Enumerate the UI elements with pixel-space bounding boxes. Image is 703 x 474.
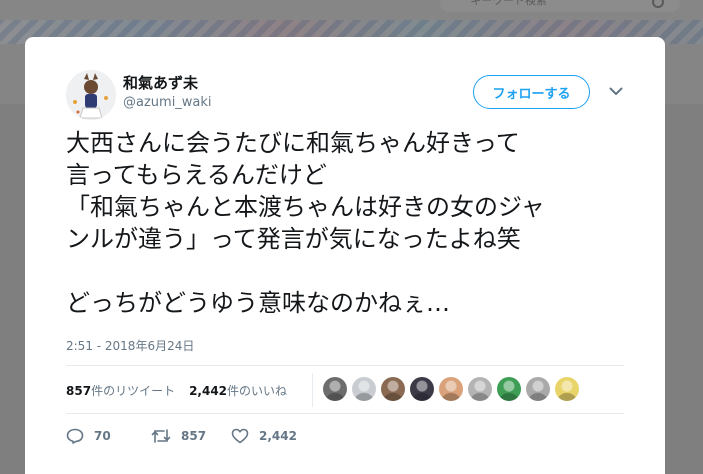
avatar-dark-character[interactable]: [410, 377, 434, 401]
tweet-actions: 70 857 2,442: [66, 428, 297, 444]
background-panel-left: [0, 44, 25, 104]
like-action-count: 2,442: [259, 429, 297, 443]
avatar-white-figure[interactable]: [352, 377, 376, 401]
like-button[interactable]: 2,442: [231, 428, 297, 444]
user-avatar[interactable]: [66, 70, 116, 120]
chevron-down-icon[interactable]: [608, 83, 624, 99]
retweet-count: 857: [66, 383, 92, 398]
tweet-text-line: 「和氣ちゃんと本渡ちゃんは好きの女のジャ: [66, 193, 545, 221]
background-panel-right: [665, 44, 703, 104]
divider: [66, 413, 624, 414]
divider: [66, 365, 624, 366]
tweet-text-line: ンルが違う」って発言が気になったよね笑: [66, 225, 521, 253]
avatar-sketch-art[interactable]: [468, 377, 492, 401]
reply-button[interactable]: 70: [66, 428, 151, 444]
like-count-label: 件のいいね: [227, 383, 288, 398]
user-handle[interactable]: @azumi_waki: [123, 95, 212, 110]
avatar-green-ball[interactable]: [497, 377, 521, 401]
reply-count: 70: [94, 429, 111, 443]
reply-icon: [66, 428, 84, 444]
tweet-text-line: どっちがどうゆう意味なのかねぇ…: [66, 289, 450, 317]
search-input[interactable]: キーワード検索: [440, 0, 680, 12]
avatar-girl-brown-hair[interactable]: [381, 377, 405, 401]
tweet-text: 大西さんに会うたびに和氣ちゃん好きって 言ってもらえるんだけど 「和氣ちゃんと本…: [66, 127, 636, 319]
retweet-icon: [151, 429, 171, 443]
tweet-stats: 857件のリツイート 2,442件のいいね: [66, 381, 287, 399]
tweet-modal: 和氣あず未 @azumi_waki フォローする 大西さんに会うたびに和氣ちゃん…: [25, 37, 665, 474]
like-count-stat[interactable]: 2,442件のいいね: [189, 382, 287, 399]
stats-separator: [312, 373, 313, 407]
heart-icon: [231, 428, 249, 444]
retweet-button[interactable]: 857: [151, 428, 231, 444]
tweet-timestamp[interactable]: 2:51 - 2018年6月24日: [66, 337, 194, 354]
tweet-text-line: 大西さんに会うたびに和氣ちゃん好きって: [66, 129, 520, 157]
avatar-figure-icon: [66, 70, 116, 120]
tweet-text-blank-line: [66, 255, 636, 287]
retweet-count-label: 件のリツイート: [91, 383, 176, 398]
avatar-glasses-face[interactable]: [439, 377, 463, 401]
like-count: 2,442: [189, 383, 228, 398]
retweet-action-count: 857: [181, 429, 207, 443]
avatar-blonde-character[interactable]: [555, 377, 579, 401]
tweet-text-line: 言ってもらえるんだけど: [66, 161, 327, 189]
user-display-name[interactable]: 和氣あず未: [123, 72, 198, 93]
retweet-count-stat[interactable]: 857件のリツイート: [66, 382, 175, 399]
liker-avatars: [323, 377, 579, 401]
follow-button[interactable]: フォローする: [473, 75, 590, 109]
avatar-gray-blob[interactable]: [526, 377, 550, 401]
avatar-gray-person[interactable]: [323, 377, 347, 401]
